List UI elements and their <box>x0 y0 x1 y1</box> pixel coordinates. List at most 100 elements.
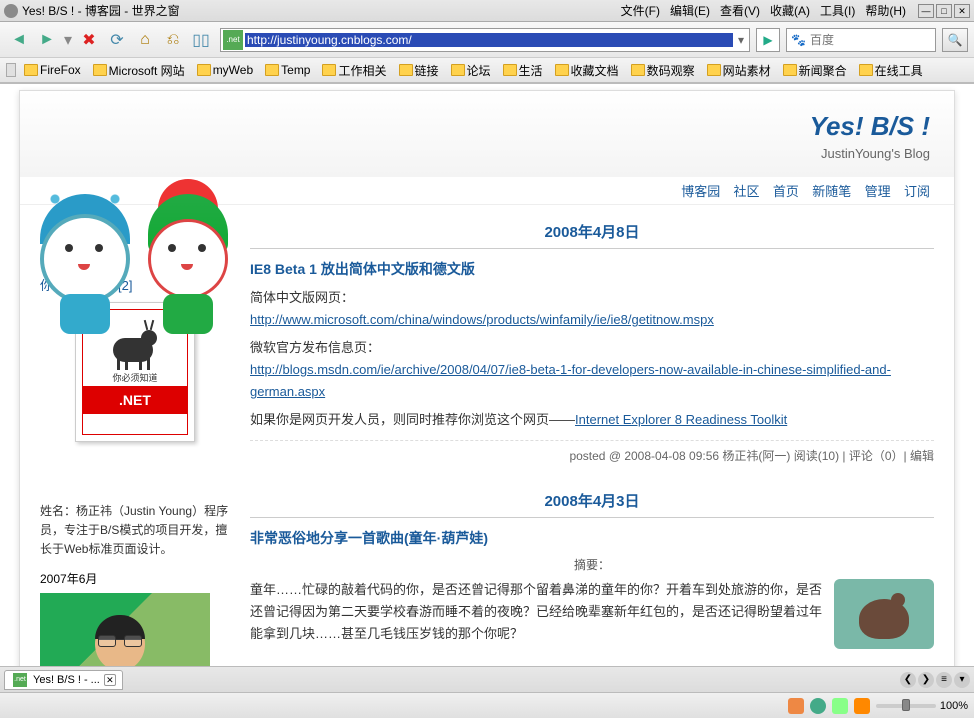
post-text: 微软官方发布信息页： <box>250 340 380 355</box>
close-button[interactable]: ✕ <box>954 4 970 18</box>
summary-label: 摘要： <box>250 556 934 573</box>
stop-button[interactable]: ✖ <box>76 27 102 53</box>
toolbar: ◄ ► ▾ ✖ ⟳ ⌂ ⎌ ▯▯ .net ▾ ▶ 🐾 🔍 <box>0 22 974 58</box>
bookmark-item[interactable]: 工作相关 <box>318 60 390 81</box>
bookmark-item[interactable]: 生活 <box>499 60 547 81</box>
author-bio: 姓名：杨正祎（Justin Young）程序员，专注于B/S模式的项目开发，擅长… <box>40 502 230 560</box>
tab-favicon: .net <box>13 673 27 687</box>
title-bar: Yes! B/S ! - 博客园 - 世界之窗 文件(F) 编辑(E) 查看(V… <box>0 0 974 22</box>
folder-icon <box>631 64 645 76</box>
maximize-button[interactable]: □ <box>936 4 952 18</box>
tab-prev-button[interactable]: ❮ <box>900 672 916 688</box>
search-input[interactable] <box>810 33 931 47</box>
bookmark-item[interactable]: FireFox <box>20 61 85 79</box>
author-photo <box>40 593 210 666</box>
photo-date: 2007年6月 <box>40 570 230 587</box>
bookmark-item[interactable]: 收藏文档 <box>551 60 623 81</box>
post-date-heading: 2008年4月8日 <box>250 215 934 249</box>
bookmark-item[interactable]: myWeb <box>193 61 257 79</box>
url-dropdown[interactable]: ▾ <box>733 33 749 47</box>
app-icon <box>4 4 18 18</box>
search-button[interactable]: 🔍 <box>942 28 968 52</box>
nav-cnblogs[interactable]: 博客园 <box>681 184 720 199</box>
post-link[interactable]: Internet Explorer 8 Readiness Toolkit <box>575 412 787 427</box>
tab-next-button[interactable]: ❯ <box>918 672 934 688</box>
post-thumbnail <box>834 579 934 649</box>
reload-button[interactable]: ⟳ <box>104 27 130 53</box>
post-summary-text: 童年……忙碌的敲着代码的你，是否还曾记得那个留着鼻涕的童年的你？开着车到处旅游的… <box>250 582 822 641</box>
mascot-blue <box>40 184 140 324</box>
menu-help[interactable]: 帮助(H) <box>861 0 910 21</box>
mascot-green <box>143 184 243 324</box>
folder-icon <box>783 64 797 76</box>
post-body: 童年……忙碌的敲着代码的你，是否还曾记得那个留着鼻涕的童年的你？开着车到处旅游的… <box>250 579 934 645</box>
menu-view[interactable]: 查看(V) <box>716 0 764 21</box>
restore-button[interactable]: ⎌ <box>160 27 186 53</box>
blog-subtitle: JustinYoung's Blog <box>44 146 930 161</box>
post-title-link[interactable]: IE8 Beta 1 放出简体中文版和德文版 <box>250 261 475 277</box>
bookmark-item[interactable]: 论坛 <box>447 60 495 81</box>
post-link[interactable]: http://blogs.msdn.com/ie/archive/2008/04… <box>250 362 891 399</box>
blog-container: Yes! B/S ! JustinYoung's Blog 博客园 社区 首页 … <box>19 90 955 666</box>
post-footer: posted @ 2008-04-08 09:56 杨正祎(阿一) 阅读(10)… <box>250 440 934 484</box>
zoom-slider[interactable] <box>876 704 936 708</box>
security-icon[interactable] <box>832 698 848 714</box>
status-icon[interactable] <box>788 698 804 714</box>
bookmark-item[interactable]: 数码观察 <box>627 60 699 81</box>
post-date-heading: 2008年4月3日 <box>250 484 934 518</box>
popup-blocker-icon[interactable] <box>810 698 826 714</box>
header-mascots <box>40 184 260 344</box>
sidebar-button[interactable]: ▯▯ <box>188 27 214 53</box>
menu-edit[interactable]: 编辑(E) <box>666 0 714 21</box>
folder-icon <box>503 64 517 76</box>
folder-icon <box>197 64 211 76</box>
search-engine-icon[interactable]: 🐾 <box>791 33 806 47</box>
tab-close-button[interactable]: ✕ <box>104 674 116 686</box>
bookmark-item[interactable]: 新闻聚合 <box>779 60 851 81</box>
folder-icon <box>555 64 569 76</box>
main-content: 2008年4月8日 IE8 Beta 1 放出简体中文版和德文版 简体中文版网页… <box>250 215 934 666</box>
nav-front[interactable]: 首页 <box>773 184 799 199</box>
zoom-control: 100% <box>876 700 968 712</box>
minimize-button[interactable]: — <box>918 4 934 18</box>
site-icon: .net <box>223 30 243 50</box>
nav-newpost[interactable]: 新随笔 <box>812 184 851 199</box>
nav-community[interactable]: 社区 <box>734 184 760 199</box>
post-link[interactable]: http://www.microsoft.com/china/windows/p… <box>250 312 714 327</box>
feed-icon[interactable] <box>854 698 870 714</box>
folder-icon <box>93 64 107 76</box>
nav-manage[interactable]: 管理 <box>865 184 891 199</box>
post-text: 如果你是网页开发人员，则同时推荐你浏览这个网页—— <box>250 412 575 427</box>
menu-tools[interactable]: 工具(I) <box>816 0 859 21</box>
folder-icon <box>859 64 873 76</box>
tab-list-button[interactable]: ≡ <box>936 672 952 688</box>
url-input[interactable] <box>245 33 733 47</box>
nav-rss[interactable]: 订阅 <box>904 184 930 199</box>
blog-header: Yes! B/S ! JustinYoung's Blog <box>20 91 954 177</box>
page-viewport[interactable]: Yes! B/S ! JustinYoung's Blog 博客园 社区 首页 … <box>0 84 974 666</box>
folder-icon <box>707 64 721 76</box>
tab-bar: .net Yes! B/S ! - ... ✕ ❮ ❯ ≡ ▾ <box>0 666 974 692</box>
post-body: 如果你是网页开发人员，则同时推荐你浏览这个网页——Internet Explor… <box>250 409 934 431</box>
bookmark-item[interactable]: 在线工具 <box>855 60 927 81</box>
bookmark-item[interactable]: Temp <box>261 61 314 79</box>
menu-file[interactable]: 文件(F) <box>617 0 664 21</box>
menu-favorites[interactable]: 收藏(A) <box>766 0 814 21</box>
blog-title: Yes! B/S ! <box>44 111 930 142</box>
folder-icon <box>265 64 279 76</box>
go-button[interactable]: ▶ <box>756 28 780 52</box>
window-controls: — □ ✕ <box>918 4 970 18</box>
book-band-text: .NET <box>83 386 187 414</box>
bookmark-item[interactable]: Microsoft 网站 <box>89 60 189 81</box>
bookmark-item[interactable]: 链接 <box>395 60 443 81</box>
browser-tab[interactable]: .net Yes! B/S ! - ... ✕ <box>4 670 123 690</box>
nav-dropdown[interactable]: ▾ <box>62 27 74 53</box>
bookmark-item[interactable]: 网站素材 <box>703 60 775 81</box>
forward-button[interactable]: ► <box>34 27 60 53</box>
back-button[interactable]: ◄ <box>6 27 32 53</box>
sidebar-toggle[interactable] <box>6 63 16 77</box>
tab-new-button[interactable]: ▾ <box>954 672 970 688</box>
post-title-link[interactable]: 非常恶俗地分享一首歌曲(童年·葫芦娃) <box>250 530 488 546</box>
tab-controls: ❮ ❯ ≡ ▾ <box>900 672 970 688</box>
home-button[interactable]: ⌂ <box>132 27 158 53</box>
